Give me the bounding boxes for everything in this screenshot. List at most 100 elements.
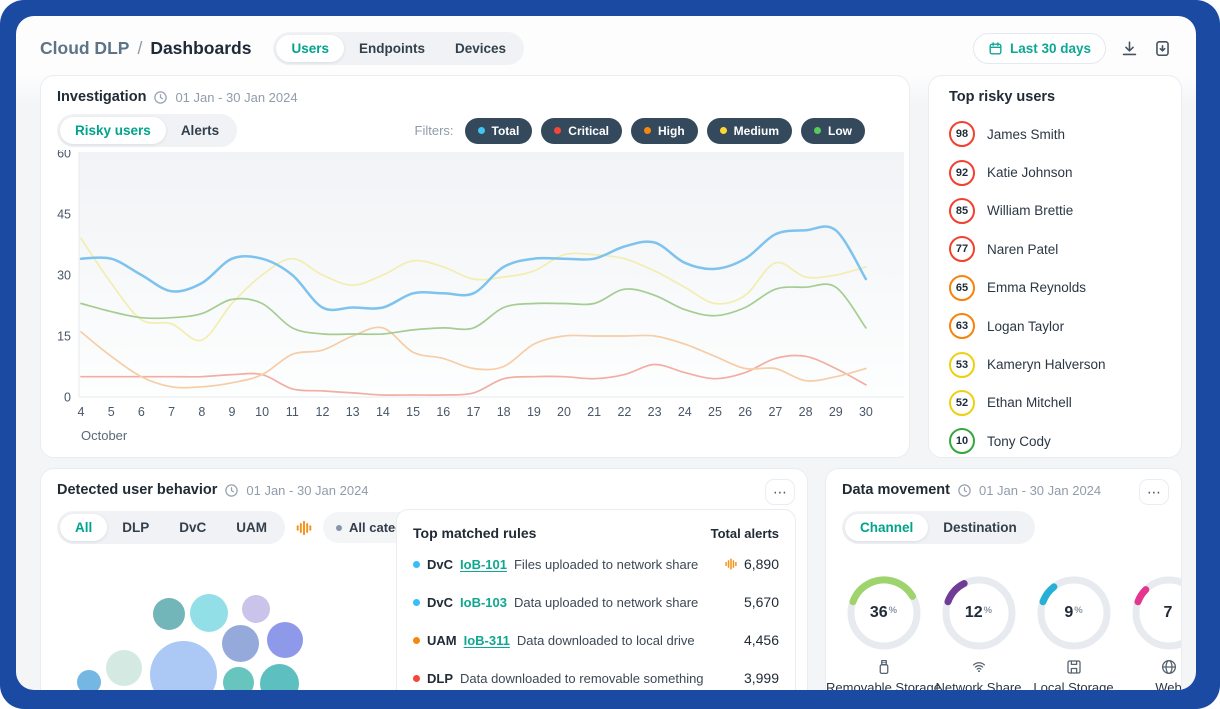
channel-label: Network Share — [936, 680, 1022, 690]
filter-label: Medium — [734, 124, 779, 138]
x-tick-label: 4 — [78, 405, 85, 419]
tab-alerts[interactable]: Alerts — [166, 117, 234, 144]
rules-list: DvC IoB-101 Files uploaded to network shar… — [397, 545, 795, 690]
behavior-menu-button[interactable]: ⋯ — [765, 479, 795, 505]
channel-label: Local Storage — [1033, 680, 1113, 690]
investigation-header: Investigation 01 Jan - 30 Jan 2024 — [57, 89, 298, 105]
date-range-button[interactable]: Last 30 days — [973, 33, 1106, 64]
main-nav-tabs: UsersEndpointsDevices — [273, 32, 524, 65]
x-tick-label: 20 — [557, 405, 571, 419]
x-tick-label: 17 — [467, 405, 481, 419]
total-alerts-value: 3,999 — [744, 670, 779, 686]
x-tick-label: 7 — [168, 405, 175, 419]
rule-category: DvC — [427, 557, 453, 572]
x-tick-label: 23 — [648, 405, 662, 419]
total-alerts-value: 5,670 — [744, 594, 779, 610]
investigation-view-toggle: Risky usersAlerts — [57, 114, 237, 147]
filter-total[interactable]: Total — [465, 118, 533, 144]
clock-icon — [957, 483, 972, 498]
risk-score-badge: 52 — [949, 390, 975, 416]
filter-label: High — [658, 124, 685, 138]
filter-high[interactable]: High — [631, 118, 698, 144]
rule-alert-count: 4,456 — [736, 632, 779, 648]
x-tick-label: 6 — [138, 405, 145, 419]
filters-label: Filters: — [415, 123, 454, 138]
filter-medium[interactable]: Medium — [707, 118, 792, 144]
channel-item-network-share: 12%Network Share — [931, 575, 1026, 690]
tab-dlp[interactable]: DLP — [107, 514, 164, 541]
channel-label: Removable Storage — [826, 680, 941, 690]
tab-dvc[interactable]: DvC — [164, 514, 221, 541]
x-tick-label: 30 — [859, 405, 873, 419]
download-icon — [1120, 39, 1139, 58]
filter-low[interactable]: Low — [801, 118, 865, 144]
rule-id-link-iob-101[interactable]: IoB-101 — [460, 557, 507, 572]
download-button[interactable] — [1120, 39, 1139, 58]
risky-user-name: Naren Patel — [987, 242, 1058, 257]
behavior-source-tabs: AllDLPDvCUAM — [57, 511, 285, 544]
x-tick-label: 18 — [497, 405, 511, 419]
tab-channel[interactable]: Channel — [845, 514, 928, 541]
rule-row-iob-311: UAMIoB-311Data downloaded to local drive… — [397, 621, 795, 659]
data-movement-panel: Data movement 01 Jan - 30 Jan 2024 ⋯ Cha… — [825, 468, 1182, 690]
category-dot — [336, 525, 342, 531]
x-tick-label: 19 — [527, 405, 541, 419]
risky-user-row-naren-patel[interactable]: 77Naren Patel — [949, 230, 1171, 268]
risky-user-name: Emma Reynolds — [987, 280, 1086, 295]
behavior-bubble-9 — [223, 667, 254, 691]
risky-user-row-james-smith[interactable]: 98James Smith — [949, 115, 1171, 153]
x-tick-label: 16 — [436, 405, 450, 419]
tab-users[interactable]: Users — [276, 35, 344, 62]
y-tick-label: 60 — [57, 150, 71, 161]
behavior-bubble-10 — [260, 664, 299, 691]
brand-cloud-dlp[interactable]: Cloud DLP — [40, 38, 129, 59]
x-tick-label: 24 — [678, 405, 692, 419]
tab-endpoints[interactable]: Endpoints — [344, 35, 440, 62]
x-tick-label: 26 — [738, 405, 752, 419]
rule-text: Files uploaded to network share — [514, 557, 698, 572]
donut-value: 36% — [846, 575, 922, 651]
filter-label: Critical — [568, 124, 609, 138]
clock-icon — [224, 483, 239, 498]
rule-text: Data downloaded to local drive — [517, 633, 695, 648]
risky-user-row-emma-reynolds[interactable]: 65Emma Reynolds — [949, 269, 1171, 307]
tab-risky-users[interactable]: Risky users — [60, 117, 166, 144]
filter-critical[interactable]: Critical — [541, 118, 622, 144]
rule-id-link-iob-311[interactable]: IoB-311 — [464, 633, 510, 648]
risky-user-row-katie-johnson[interactable]: 92Katie Johnson — [949, 153, 1171, 191]
rule-id-link-iob-103[interactable]: IoB-103 — [460, 595, 507, 610]
rule-text: Data downloaded to removable something — [460, 671, 704, 686]
donut-value: 7 — [1131, 575, 1183, 651]
movement-menu-button[interactable]: ⋯ — [1139, 479, 1169, 505]
risky-user-row-ethan-mitchell[interactable]: 52Ethan Mitchell — [949, 384, 1171, 422]
export-report-button[interactable] — [1153, 39, 1172, 58]
rules-total-alerts-column: Total alerts — [711, 526, 779, 541]
rule-description: DvC IoB-101 Files uploaded to network shar… — [413, 557, 698, 572]
y-tick-label: 30 — [57, 269, 71, 283]
breadcrumb-divider: / — [137, 38, 142, 59]
removable-storage-icon — [875, 658, 893, 676]
x-tick-label: 5 — [108, 405, 115, 419]
filter-dot — [720, 127, 727, 134]
risky-user-row-kameryn-halverson[interactable]: 53Kameryn Halverson — [949, 345, 1171, 383]
risky-user-row-logan-taylor[interactable]: 63Logan Taylor — [949, 307, 1171, 345]
tab-devices[interactable]: Devices — [440, 35, 521, 62]
y-tick-label: 45 — [57, 208, 71, 222]
risky-user-row-william-brettie[interactable]: 85William Brettie — [949, 192, 1171, 230]
risk-score-badge: 53 — [949, 352, 975, 378]
rule-description: UAMIoB-311Data downloaded to local drive — [413, 633, 695, 648]
tab-destination[interactable]: Destination — [928, 514, 1032, 541]
channel-item-web: 7Web — [1121, 575, 1182, 690]
risky-user-name: Tony Cody — [987, 434, 1051, 449]
detected-user-behavior-panel: Detected user behavior 01 Jan - 30 Jan 2… — [40, 468, 808, 690]
x-tick-label: 27 — [768, 405, 782, 419]
risky-user-row-tony-cody[interactable]: 10Tony Cody — [949, 422, 1171, 458]
filter-dot — [814, 127, 821, 134]
investigation-date-range: 01 Jan - 30 Jan 2024 — [175, 90, 297, 105]
tab-uam[interactable]: UAM — [221, 514, 282, 541]
investigation-controls: Risky usersAlerts Filters: Total Critical… — [57, 114, 893, 147]
local-storage-icon — [1065, 658, 1083, 676]
filter-pills: Total Critical High Medium Low — [465, 118, 865, 144]
risky-user-name: James Smith — [987, 127, 1065, 142]
tab-all[interactable]: All — [60, 514, 107, 541]
